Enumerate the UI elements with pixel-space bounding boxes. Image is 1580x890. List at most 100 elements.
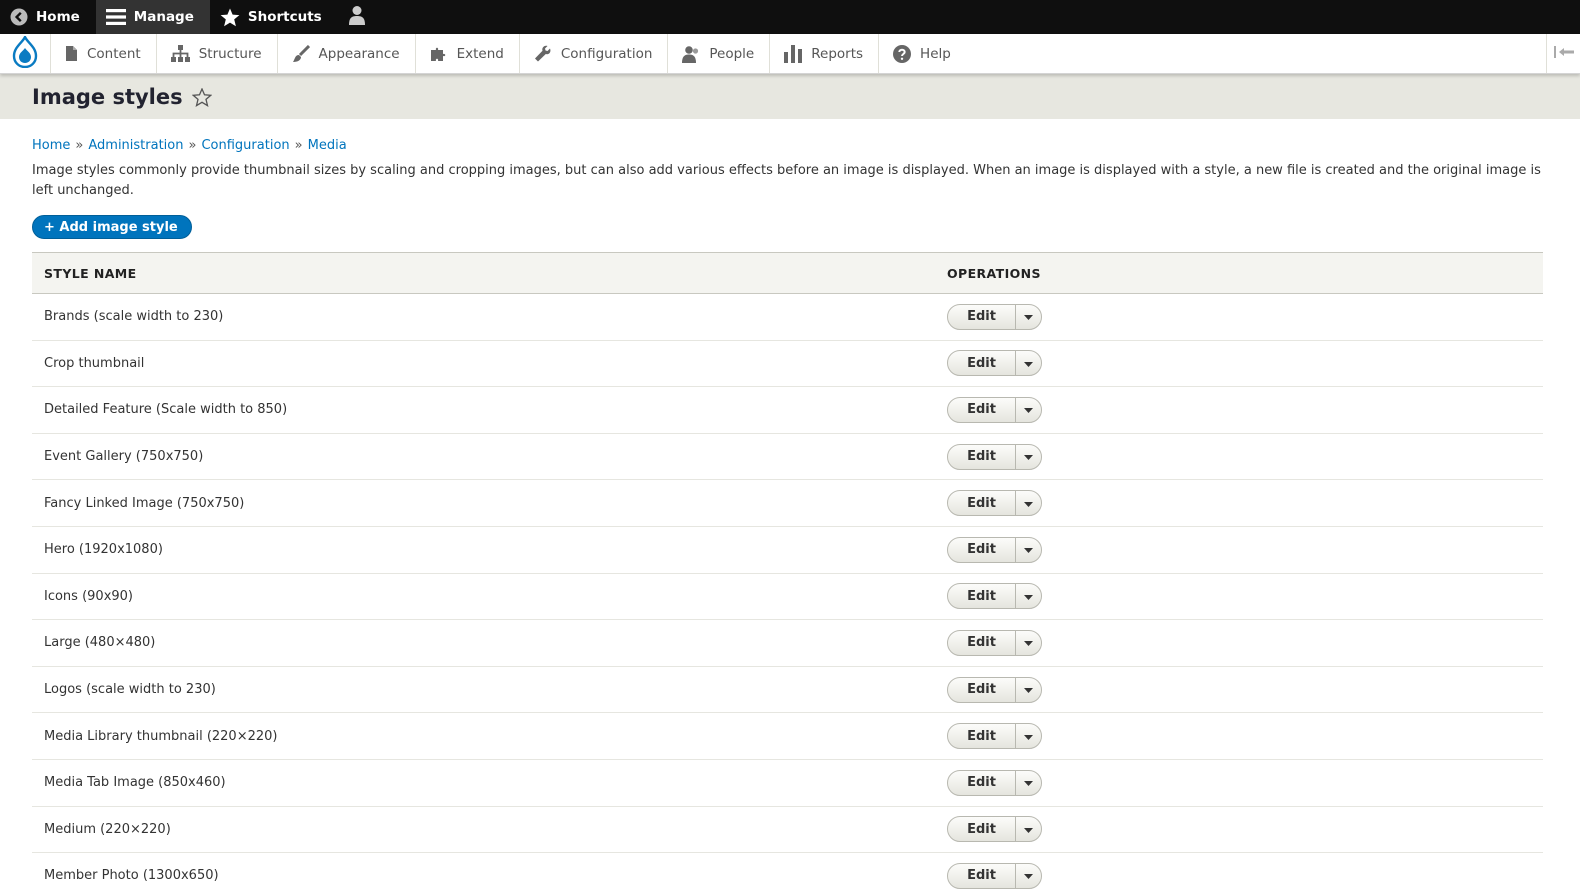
tray-item-label: Content bbox=[87, 45, 141, 62]
dropbutton-toggle[interactable] bbox=[1016, 678, 1041, 702]
breadcrumb: Home » Administration » Configuration » Media bbox=[32, 138, 1543, 153]
dropbutton-toggle[interactable] bbox=[1016, 817, 1041, 841]
edit-button[interactable]: Edit bbox=[948, 397, 1016, 422]
table-row: Media Library thumbnail (220×220) Edit bbox=[32, 712, 1543, 760]
dropbutton-toggle[interactable] bbox=[1016, 445, 1041, 469]
toolbar-home[interactable]: Home bbox=[0, 0, 96, 34]
table-row: Event Gallery (750x750) Edit bbox=[32, 433, 1543, 481]
tray-orientation-toggle[interactable] bbox=[1546, 34, 1580, 73]
hamburger-icon bbox=[105, 8, 126, 26]
edit-button[interactable]: Edit bbox=[948, 304, 1016, 329]
tray-item-structure[interactable]: Structure bbox=[155, 34, 277, 73]
edit-button[interactable]: Edit bbox=[948, 537, 1016, 562]
tray-item-appearance[interactable]: Appearance bbox=[276, 34, 415, 73]
style-name: Logos (scale width to 230) bbox=[32, 666, 935, 714]
dropbutton-toggle[interactable] bbox=[1016, 538, 1041, 562]
breadcrumb-configuration[interactable]: Configuration bbox=[201, 138, 289, 153]
tray-item-label: Appearance bbox=[318, 45, 400, 62]
edit-button[interactable]: Edit bbox=[948, 444, 1016, 469]
dropbutton-toggle[interactable] bbox=[1016, 724, 1041, 748]
caret-down-icon bbox=[1024, 868, 1033, 883]
caret-down-icon bbox=[1024, 309, 1033, 324]
wrench-icon bbox=[534, 45, 552, 63]
dropbutton-toggle[interactable] bbox=[1016, 584, 1041, 608]
edit-button[interactable]: Edit bbox=[948, 863, 1016, 888]
dropbutton-toggle[interactable] bbox=[1016, 305, 1041, 329]
edit-button[interactable]: Edit bbox=[948, 351, 1016, 376]
style-name: Large (480×480) bbox=[32, 619, 935, 667]
user-icon bbox=[348, 5, 366, 29]
operations-cell: Edit bbox=[935, 852, 1543, 890]
breadcrumb-media[interactable]: Media bbox=[308, 138, 347, 153]
operations-cell: Edit bbox=[935, 479, 1543, 527]
operations-dropbutton: Edit bbox=[947, 490, 1042, 517]
edit-button[interactable]: Edit bbox=[948, 584, 1016, 609]
style-name: Fancy Linked Image (750x750) bbox=[32, 479, 935, 527]
edit-button[interactable]: Edit bbox=[948, 677, 1016, 702]
tray-item-label: People bbox=[709, 45, 755, 62]
dropbutton-toggle[interactable] bbox=[1016, 398, 1041, 422]
edit-button[interactable]: Edit bbox=[948, 491, 1016, 516]
breadcrumb-separator: » bbox=[188, 138, 197, 153]
tray-item-content[interactable]: Content bbox=[50, 34, 156, 73]
toolbar-manage[interactable]: Manage bbox=[95, 0, 210, 34]
tray-item-people[interactable]: People bbox=[667, 34, 769, 73]
operations-cell: Edit bbox=[935, 573, 1543, 621]
operations-dropbutton: Edit bbox=[947, 303, 1042, 330]
table-row: Crop thumbnail Edit bbox=[32, 340, 1543, 388]
table-row: Hero (1920x1080) Edit bbox=[32, 526, 1543, 574]
admin-toolbar: Home Manage Shortcuts bbox=[0, 0, 1580, 34]
caret-down-icon bbox=[1024, 682, 1033, 697]
caret-down-icon bbox=[1024, 449, 1033, 464]
edit-button[interactable]: Edit bbox=[948, 770, 1016, 795]
bar-chart-icon bbox=[784, 44, 803, 63]
tray-item-label: Extend bbox=[456, 45, 504, 62]
puzzle-icon bbox=[430, 45, 448, 63]
main-content: Home » Administration » Configuration » Media … bbox=[0, 138, 1580, 890]
operations-dropbutton: Edit bbox=[947, 583, 1042, 610]
toolbar-user[interactable] bbox=[338, 0, 376, 34]
dropbutton-toggle[interactable] bbox=[1016, 771, 1041, 795]
operations-dropbutton: Edit bbox=[947, 443, 1042, 470]
back-arrow-icon bbox=[10, 8, 28, 26]
dropbutton-toggle[interactable] bbox=[1016, 491, 1041, 515]
tray-item-label: Help bbox=[920, 45, 951, 62]
add-image-style-button[interactable]: + Add image style bbox=[32, 215, 192, 239]
style-name: Hero (1920x1080) bbox=[32, 526, 935, 574]
dropbutton-toggle[interactable] bbox=[1016, 631, 1041, 655]
drupal-logo[interactable] bbox=[0, 33, 50, 73]
table-row: Member Photo (1300x650) Edit bbox=[32, 852, 1543, 890]
edit-button[interactable]: Edit bbox=[948, 630, 1016, 655]
operations-dropbutton: Edit bbox=[947, 350, 1042, 377]
tray-item-extend[interactable]: Extend bbox=[414, 34, 519, 73]
operations-cell: Edit bbox=[935, 666, 1543, 714]
tray-item-configuration[interactable]: Configuration bbox=[518, 34, 668, 73]
edit-button[interactable]: Edit bbox=[948, 724, 1016, 749]
star-icon bbox=[220, 8, 240, 27]
tray-item-reports[interactable]: Reports bbox=[769, 34, 878, 73]
toolbar-shortcuts[interactable]: Shortcuts bbox=[210, 0, 338, 34]
caret-down-icon bbox=[1024, 589, 1033, 604]
breadcrumb-separator: » bbox=[294, 138, 303, 153]
caret-down-icon bbox=[1024, 542, 1033, 557]
style-name: Icons (90x90) bbox=[32, 573, 935, 621]
table-row: Logos (scale width to 230) Edit bbox=[32, 666, 1543, 714]
edit-button[interactable]: Edit bbox=[948, 817, 1016, 842]
style-name: Brands (scale width to 230) bbox=[32, 293, 935, 341]
breadcrumb-administration[interactable]: Administration bbox=[88, 138, 183, 153]
tray-item-help[interactable]: Help bbox=[878, 34, 966, 73]
admin-tray: Content Structure Appearance Extend Conf… bbox=[0, 33, 1580, 74]
column-header-operations: OPERATIONS bbox=[947, 265, 1041, 281]
table-header-row: STYLE NAME OPERATIONS bbox=[32, 252, 1543, 294]
column-header-style-name: STYLE NAME bbox=[44, 265, 137, 281]
table-row: Icons (90x90) Edit bbox=[32, 573, 1543, 621]
dropbutton-toggle[interactable] bbox=[1016, 351, 1041, 375]
toolbar-home-label: Home bbox=[36, 9, 80, 25]
shortcut-star-icon[interactable] bbox=[191, 88, 212, 107]
breadcrumb-home[interactable]: Home bbox=[32, 138, 70, 153]
toolbar-shortcuts-label: Shortcuts bbox=[247, 9, 322, 25]
style-name: Crop thumbnail bbox=[32, 340, 935, 388]
sitemap-icon bbox=[170, 45, 190, 62]
page-header: Image styles bbox=[0, 74, 1580, 119]
dropbutton-toggle[interactable] bbox=[1016, 864, 1041, 888]
